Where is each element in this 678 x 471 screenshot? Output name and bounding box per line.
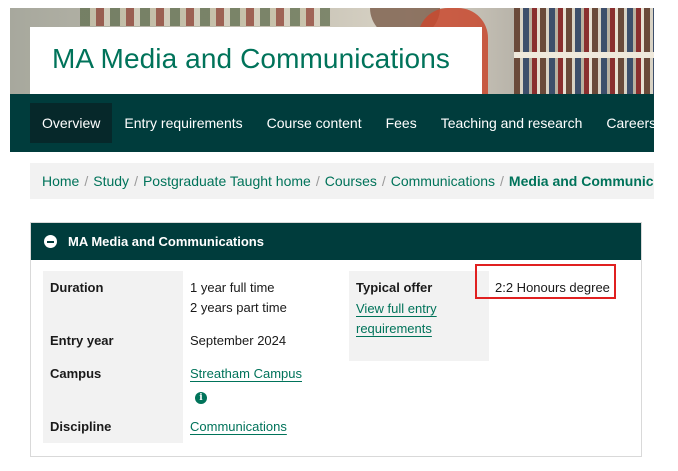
highlight-box [475,264,616,299]
view-entry-requirements-line2[interactable]: requirements [356,319,437,339]
info-icon[interactable]: i [195,392,207,404]
collapse-minus-icon[interactable] [44,235,57,248]
breadcrumb-separator: / [84,173,89,189]
duration-label: Duration [50,280,104,295]
duration-full-time: 1 year full time [190,280,275,295]
tab-fees[interactable]: Fees [374,103,429,143]
hero-banner: MA Media and Communications [10,8,654,94]
discipline-link[interactable]: Communications [190,417,287,437]
breadcrumb-separator: / [381,173,386,189]
breadcrumb: Home / Study / Postgraduate Taught home / Cour… [30,163,654,199]
discipline-label: Discipline [50,419,112,434]
tab-careers[interactable]: Careers [594,103,654,143]
hero-photo-bookshelf [514,8,654,94]
breadcrumb-home[interactable]: Home [42,173,79,189]
breadcrumb-separator: / [315,173,320,189]
tab-course-content[interactable]: Course content [255,103,374,143]
course-summary-accordion: MA Media and Communications Duration 1 y… [30,222,642,457]
breadcrumb-study[interactable]: Study [93,173,129,189]
page-title: MA Media and Communications [52,43,450,74]
tab-overview[interactable]: Overview [30,103,113,143]
view-entry-requirements-line1[interactable]: View full entry [356,299,437,319]
breadcrumb-postgraduate-taught-home[interactable]: Postgraduate Taught home [143,173,311,189]
labels-column [43,271,183,443]
breadcrumb-communications[interactable]: Communications [391,173,495,189]
campus-link[interactable]: Streatham Campus [190,364,302,384]
tab-teaching-and-research[interactable]: Teaching and research [429,103,595,143]
view-entry-requirements-link[interactable]: View full entry requirements [356,299,437,339]
tab-entry-requirements[interactable]: Entry requirements [112,103,254,143]
typical-offer-label: Typical offer [356,280,433,295]
breadcrumb-separator: / [134,173,138,189]
accordion-title: MA Media and Communications [68,234,264,249]
course-nav: Overview Entry requirements Course conte… [10,94,654,152]
entry-year-value: September 2024 [190,333,287,348]
breadcrumb-courses[interactable]: Courses [325,173,377,189]
breadcrumb-current: Media and Communications [508,173,654,189]
breadcrumb-separator: / [500,173,504,189]
campus-info[interactable]: i [195,387,207,405]
title-box: MA Media and Communications [30,27,482,94]
hero-photo-detail [80,8,330,26]
campus-label: Campus [50,366,102,381]
accordion-header[interactable]: MA Media and Communications [31,223,641,260]
course-page: MA Media and Communications Overview Ent… [10,8,654,471]
entry-year-label: Entry year [50,333,114,348]
duration-part-time: 2 years part time [190,300,287,315]
